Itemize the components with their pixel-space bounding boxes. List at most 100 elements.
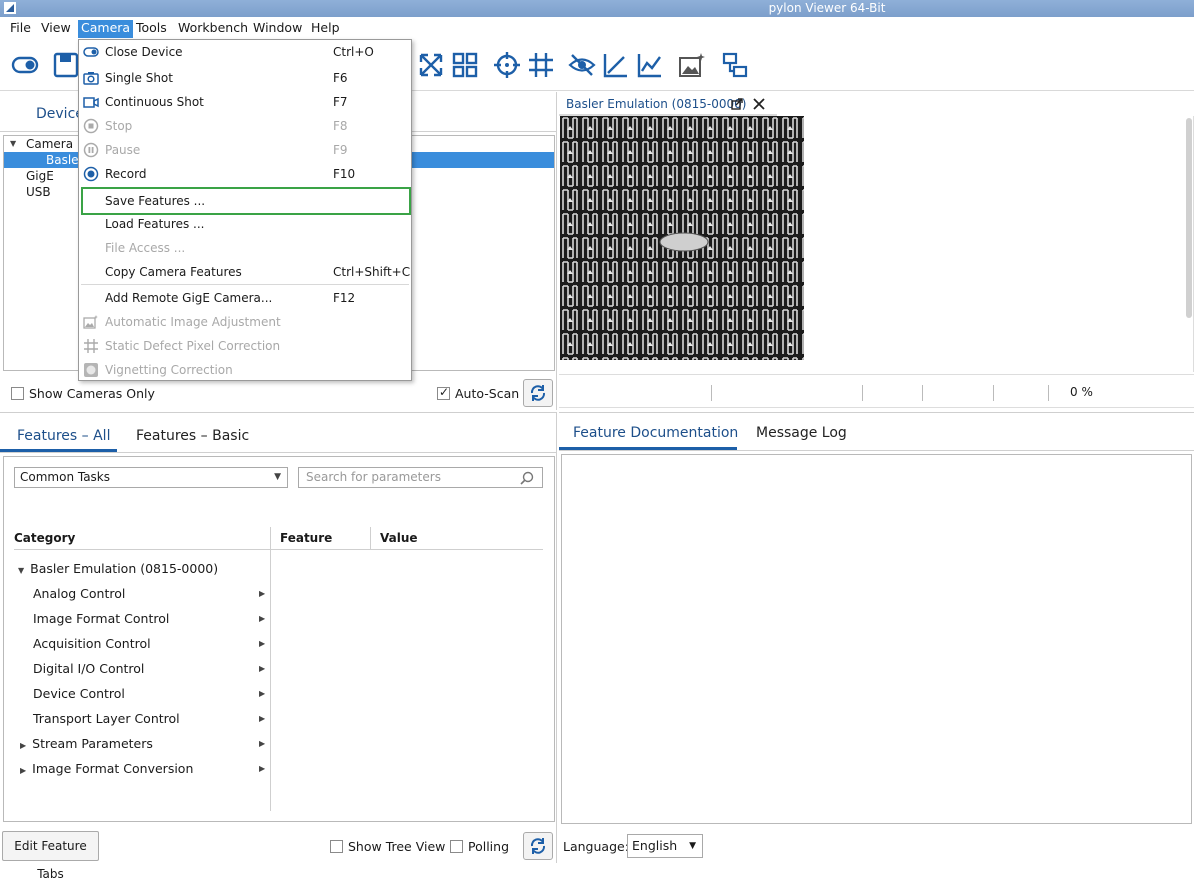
menu-item-add-remote-gige-camera[interactable]: Add Remote GigE Camera... F12 bbox=[79, 287, 411, 309]
category-item[interactable]: Analog Control bbox=[33, 586, 125, 602]
menu-item-automatic-image-adjustment[interactable]: Automatic Image Adjustment bbox=[79, 311, 411, 333]
checkbox-label: Show Tree View bbox=[348, 839, 446, 854]
status-divider bbox=[922, 385, 923, 401]
search-icon bbox=[520, 471, 534, 485]
column-separator[interactable] bbox=[370, 527, 371, 549]
chevron-right-icon[interactable]: ▶ bbox=[259, 764, 265, 773]
polling-checkbox[interactable]: Polling bbox=[450, 839, 509, 854]
select-value: Common Tasks bbox=[20, 470, 111, 484]
expand-arrow-icon[interactable]: ▶ bbox=[20, 766, 26, 775]
layout-grid-icon[interactable] bbox=[451, 51, 479, 79]
menu-item-shortcut: F12 bbox=[333, 291, 356, 305]
checkbox-box[interactable] bbox=[11, 387, 24, 400]
category-item[interactable]: Transport Layer Control bbox=[33, 711, 180, 727]
category-item[interactable]: Acquisition Control bbox=[33, 636, 151, 652]
column-separator[interactable] bbox=[270, 527, 271, 811]
menu-item-static-defect-pixel-correction[interactable]: Static Defect Pixel Correction bbox=[79, 335, 411, 357]
search-placeholder: Search for parameters bbox=[306, 470, 441, 484]
pause-icon bbox=[83, 142, 99, 158]
image-vertical-scrollbar[interactable] bbox=[1186, 118, 1192, 318]
language-select[interactable]: English ▼ bbox=[627, 834, 703, 858]
image-tab-label: Basler Emulation (0815-0000) bbox=[566, 97, 747, 111]
menu-item-vignetting-correction[interactable]: Vignetting Correction bbox=[79, 359, 411, 381]
grid-icon bbox=[84, 339, 98, 353]
checkbox-label: Show Cameras Only bbox=[29, 386, 155, 401]
status-divider bbox=[862, 385, 863, 401]
category-item[interactable]: ▶ Image Format Conversion bbox=[20, 761, 193, 777]
grid-overlay-icon[interactable] bbox=[527, 51, 555, 79]
expand-arrow-icon[interactable]: ▼ bbox=[18, 566, 24, 575]
show-tree-view-checkbox[interactable]: Show Tree View bbox=[330, 839, 445, 854]
chevron-right-icon[interactable]: ▶ bbox=[259, 614, 265, 623]
menu-item-save-features[interactable]: Save Features ... bbox=[81, 187, 411, 215]
feature-filter-select[interactable]: Common Tasks ▼ bbox=[14, 467, 288, 488]
menu-window[interactable]: Window bbox=[250, 20, 305, 38]
image-adjust-icon bbox=[83, 315, 98, 329]
category-item[interactable]: Device Control bbox=[33, 686, 125, 702]
stop-icon bbox=[83, 118, 99, 134]
menu-item-file-access[interactable]: File Access ... bbox=[79, 237, 411, 259]
checkbox-box[interactable] bbox=[437, 385, 450, 400]
auto-scan-checkbox[interactable]: Auto-Scan bbox=[437, 385, 519, 401]
hide-overlay-icon[interactable] bbox=[568, 51, 596, 79]
fit-to-window-icon[interactable] bbox=[417, 51, 445, 79]
category-label: Image Format Conversion bbox=[32, 761, 194, 776]
menu-view[interactable]: View bbox=[38, 20, 74, 38]
tab-features-all[interactable]: Features – All bbox=[17, 428, 110, 444]
menu-tools[interactable]: Tools bbox=[133, 20, 170, 38]
menu-item-label: Stop bbox=[105, 119, 133, 133]
tab-divider bbox=[0, 452, 557, 453]
column-header-feature[interactable]: Feature bbox=[280, 531, 332, 545]
tab-features-basic[interactable]: Features – Basic bbox=[136, 428, 249, 444]
menu-item-pause[interactable]: Pause F9 bbox=[79, 139, 411, 161]
network-config-icon[interactable] bbox=[721, 51, 749, 79]
menu-item-copy-camera-features[interactable]: Copy Camera Features Ctrl+Shift+C bbox=[79, 261, 411, 283]
expand-arrow-icon[interactable]: ▶ bbox=[20, 741, 26, 750]
line-profile-icon[interactable] bbox=[602, 51, 630, 79]
menu-item-stop[interactable]: Stop F8 bbox=[79, 115, 411, 137]
category-item[interactable]: ▶ Stream Parameters bbox=[20, 736, 153, 752]
menu-workbench[interactable]: Workbench bbox=[175, 20, 251, 38]
parameter-search-input[interactable]: Search for parameters bbox=[298, 467, 543, 488]
column-header-value[interactable]: Value bbox=[380, 531, 418, 545]
chevron-right-icon[interactable]: ▶ bbox=[259, 689, 265, 698]
histogram-icon[interactable] bbox=[636, 51, 664, 79]
tab-message-log[interactable]: Message Log bbox=[756, 425, 847, 441]
menu-item-label: Save Features ... bbox=[105, 194, 206, 208]
devices-tab[interactable]: Device bbox=[36, 106, 84, 122]
image-adjust-icon[interactable] bbox=[678, 51, 706, 79]
toggle-device-icon[interactable] bbox=[11, 51, 39, 79]
menu-item-label: Single Shot bbox=[105, 71, 173, 85]
crosshair-icon[interactable] bbox=[493, 51, 521, 79]
refresh-features-button[interactable] bbox=[523, 832, 553, 860]
undock-icon[interactable] bbox=[731, 98, 743, 110]
menu-camera[interactable]: Camera bbox=[78, 20, 134, 38]
close-tab-icon[interactable] bbox=[753, 98, 765, 110]
edit-feature-tabs-button[interactable]: Edit Feature Tabs bbox=[2, 831, 99, 881]
menu-bar: File View Camera Tools Workbench Window … bbox=[0, 17, 1194, 39]
menu-item-record[interactable]: Record F10 bbox=[79, 163, 411, 185]
menu-help[interactable]: Help bbox=[308, 20, 343, 38]
checkbox-box[interactable] bbox=[450, 840, 463, 853]
menu-item-load-features[interactable]: Load Features ... bbox=[79, 213, 411, 235]
chevron-right-icon[interactable]: ▶ bbox=[259, 714, 265, 723]
menu-item-continuous-shot[interactable]: Continuous Shot F7 bbox=[79, 91, 411, 113]
menu-item-close-device[interactable]: Close Device Ctrl+O bbox=[79, 41, 411, 63]
menu-file[interactable]: File bbox=[7, 20, 34, 38]
category-item[interactable]: Image Format Control bbox=[33, 611, 169, 627]
tab-divider bbox=[559, 450, 1194, 451]
menu-item-single-shot[interactable]: Single Shot F6 bbox=[79, 67, 411, 89]
chevron-right-icon[interactable]: ▶ bbox=[259, 589, 265, 598]
tab-feature-documentation[interactable]: Feature Documentation bbox=[573, 425, 738, 441]
chevron-right-icon[interactable]: ▶ bbox=[259, 639, 265, 648]
category-item[interactable]: Digital I/O Control bbox=[33, 661, 144, 677]
category-root[interactable]: ▼ Basler Emulation (0815-0000) bbox=[18, 561, 218, 577]
chevron-right-icon[interactable]: ▶ bbox=[259, 739, 265, 748]
expand-arrow-icon[interactable]: ▼ bbox=[10, 136, 16, 152]
column-header-category[interactable]: Category bbox=[14, 531, 75, 545]
chevron-right-icon[interactable]: ▶ bbox=[259, 664, 265, 673]
checkbox-box[interactable] bbox=[330, 840, 343, 853]
refresh-devices-button[interactable] bbox=[523, 379, 553, 407]
show-cameras-only-checkbox[interactable]: Show Cameras Only bbox=[11, 386, 155, 401]
save-icon[interactable] bbox=[52, 51, 80, 79]
